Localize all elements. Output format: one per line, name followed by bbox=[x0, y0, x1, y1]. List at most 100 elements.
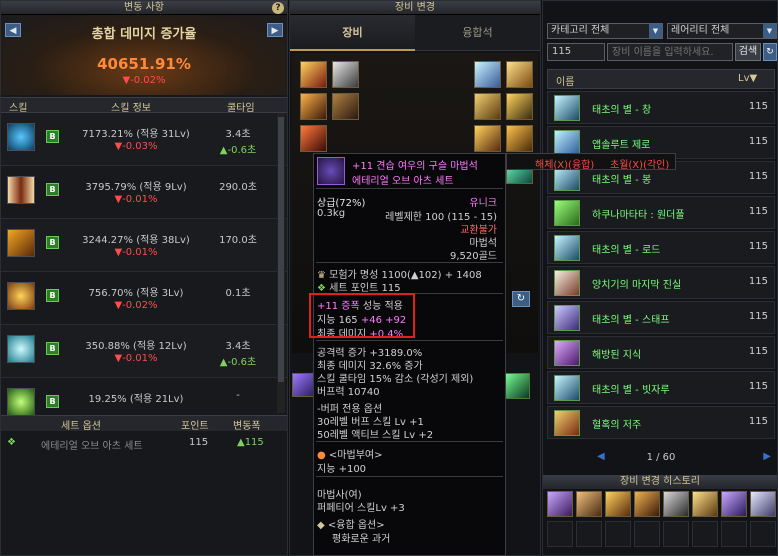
list-header: 이름 Lv▼ bbox=[547, 69, 775, 89]
skill-icon bbox=[7, 176, 35, 204]
total-damage-delta: ▼-0.02% bbox=[122, 75, 166, 86]
equip-slot[interactable] bbox=[506, 125, 533, 152]
equip-slot[interactable] bbox=[474, 125, 501, 152]
list-item[interactable]: 태초의 별 - 스태프 115 bbox=[547, 301, 775, 334]
skill-delta: ▼-0.03% bbox=[114, 141, 158, 152]
rarity-select[interactable]: 레어리티 전체 ▼ bbox=[667, 23, 777, 39]
set-point: 115 bbox=[189, 437, 209, 448]
item-icon bbox=[554, 270, 580, 296]
refresh-icon[interactable]: ↻ bbox=[763, 43, 777, 61]
header-delta: 변동폭 bbox=[233, 421, 261, 432]
buff-line: 50레벨 액티브 스킬 Lv +2 bbox=[317, 430, 434, 441]
col-lv[interactable]: Lv▼ bbox=[738, 73, 757, 84]
page-indicator: 1 / 60 bbox=[646, 452, 676, 463]
set-point-line: ❖ 세트 포인트 115 bbox=[317, 279, 401, 294]
list-item[interactable]: 태초의 별 - 창 115 bbox=[547, 91, 775, 124]
skill-delta: ▼-0.01% bbox=[114, 247, 158, 258]
equip-slot[interactable] bbox=[300, 61, 327, 88]
history-slot[interactable] bbox=[663, 491, 689, 517]
equip-slot[interactable] bbox=[474, 61, 501, 88]
skill-row[interactable]: B 756.70% (적용 3Lv) ▼-0.02% 0.1초 bbox=[1, 272, 287, 325]
item-name: 혈혹의 저주 bbox=[592, 420, 642, 431]
skill-info: 7173.21% (적용 31Lv) bbox=[82, 129, 190, 140]
history-empty-slot bbox=[750, 521, 776, 547]
category-value: 카테고리 전체 bbox=[551, 25, 610, 36]
skill-badge: B bbox=[46, 236, 59, 249]
history-empty-slot bbox=[634, 521, 660, 547]
skill-icon bbox=[7, 282, 35, 310]
skill-icon bbox=[7, 229, 35, 257]
skill-cooldown: 0.1초 bbox=[225, 288, 251, 299]
history-slot[interactable] bbox=[692, 491, 718, 517]
next-page-icon[interactable]: ▶ bbox=[763, 451, 771, 462]
changes-panel: 변동 사항 ? ◀ ▶ 총합 데미지 증가율 40651.91% ▼-0.02%… bbox=[0, 0, 288, 556]
total-damage-title: 총합 데미지 증가율 bbox=[91, 27, 197, 42]
skill-row[interactable]: B 3244.27% (적용 38Lv) ▼-0.01% 170.0초 bbox=[1, 219, 287, 272]
chevron-down-icon: ▼ bbox=[763, 24, 776, 38]
history-empty-slot bbox=[663, 521, 689, 547]
skill-badge: B bbox=[46, 130, 59, 143]
skill-list-scrollbar[interactable] bbox=[277, 113, 285, 413]
item-level: 115 bbox=[748, 346, 768, 357]
rarity-value: 레어리티 전체 bbox=[671, 25, 730, 36]
unfuse-menu-item[interactable]: 해체(X)(융합) bbox=[535, 156, 594, 171]
equip-slot[interactable] bbox=[506, 93, 533, 120]
item-name: +11 견습 여우의 구슬 마법석 bbox=[352, 161, 478, 172]
history-slot[interactable] bbox=[750, 491, 776, 517]
list-item[interactable]: 해방된 지식 115 bbox=[547, 336, 775, 369]
search-input[interactable] bbox=[607, 43, 733, 61]
stat-line: 버프력 10740 bbox=[317, 387, 380, 398]
skill-info: 3244.27% (적용 38Lv) bbox=[82, 235, 190, 246]
list-item[interactable]: 태초의 별 - 로드 115 bbox=[547, 231, 775, 264]
separator bbox=[316, 476, 503, 477]
tab-fusion-stone[interactable]: 융합석 bbox=[415, 15, 540, 51]
skill-row[interactable]: B 7173.21% (적용 31Lv) ▼-0.03% 3.4초 ▲-0.6초 bbox=[1, 113, 287, 166]
skill-badge: B bbox=[46, 183, 59, 196]
skill-row[interactable]: B 350.88% (적용 12Lv) ▼-0.01% 3.4초 ▲-0.6초 bbox=[1, 325, 287, 378]
item-icon bbox=[554, 375, 580, 401]
equip-slot[interactable] bbox=[300, 125, 327, 152]
col-name[interactable]: 이름 bbox=[556, 73, 574, 88]
equip-slot[interactable] bbox=[332, 93, 359, 120]
item-icon bbox=[554, 200, 580, 226]
rotate-icon[interactable]: ↻ bbox=[512, 291, 530, 307]
item-level: 115 bbox=[748, 311, 768, 322]
equip-slot[interactable] bbox=[474, 93, 501, 120]
chevron-down-icon: ▼ bbox=[649, 24, 662, 38]
item-level: 115 bbox=[748, 416, 768, 427]
equip-slot[interactable] bbox=[332, 61, 359, 88]
level-select[interactable]: 115 bbox=[547, 43, 605, 61]
set-option-row[interactable]: ❖ 에테리얼 오브 아츠 세트 115 ▲115 bbox=[1, 433, 287, 453]
equip-slot[interactable] bbox=[300, 93, 327, 120]
set-option-header: 세트 옵션 포인트 변동폭 bbox=[1, 415, 287, 432]
history-slot[interactable] bbox=[721, 491, 747, 517]
history-slot[interactable] bbox=[547, 491, 573, 517]
history-slot[interactable] bbox=[634, 491, 660, 517]
list-item[interactable]: 태초의 별 - 빗자루 115 bbox=[547, 371, 775, 404]
list-item[interactable]: 혈혹의 저주 115 bbox=[547, 406, 775, 439]
tab-equipment[interactable]: 장비 bbox=[290, 15, 415, 51]
list-item[interactable]: 하쿠나마타타 : 원더풀 115 bbox=[547, 196, 775, 229]
separator bbox=[316, 441, 503, 442]
history-slot[interactable] bbox=[605, 491, 631, 517]
history-empty-slot bbox=[721, 521, 747, 547]
history-slot[interactable] bbox=[576, 491, 602, 517]
item-icon bbox=[554, 235, 580, 261]
search-button[interactable]: 검색 bbox=[735, 43, 761, 61]
fusion-value: 평화로운 과거 bbox=[332, 534, 391, 545]
item-name: 태초의 별 - 로드 bbox=[592, 245, 661, 256]
help-icon[interactable]: ? bbox=[272, 2, 284, 14]
history-title: 장비 변경 히스토리 bbox=[543, 475, 777, 489]
cat-icon: ❖ bbox=[7, 437, 16, 448]
equip-slot[interactable] bbox=[506, 61, 533, 88]
equip-slot[interactable] bbox=[504, 373, 530, 399]
skill-row[interactable]: B 3795.79% (적용 9Lv) ▼-0.01% 290.0초 bbox=[1, 166, 287, 219]
skill-cooldown: 290.0초 bbox=[219, 182, 257, 193]
skill-icon bbox=[7, 123, 35, 151]
category-select[interactable]: 카테고리 전체 ▼ bbox=[547, 23, 663, 39]
skill-delta: ▼-0.02% bbox=[114, 300, 158, 311]
item-name: 태초의 별 - 창 bbox=[592, 105, 652, 116]
list-item[interactable]: 양치기의 마지막 진실 115 bbox=[547, 266, 775, 299]
header-set-option: 세트 옵션 bbox=[61, 421, 101, 432]
transcend-menu-item[interactable]: 초월(X)(각인) bbox=[610, 156, 669, 171]
